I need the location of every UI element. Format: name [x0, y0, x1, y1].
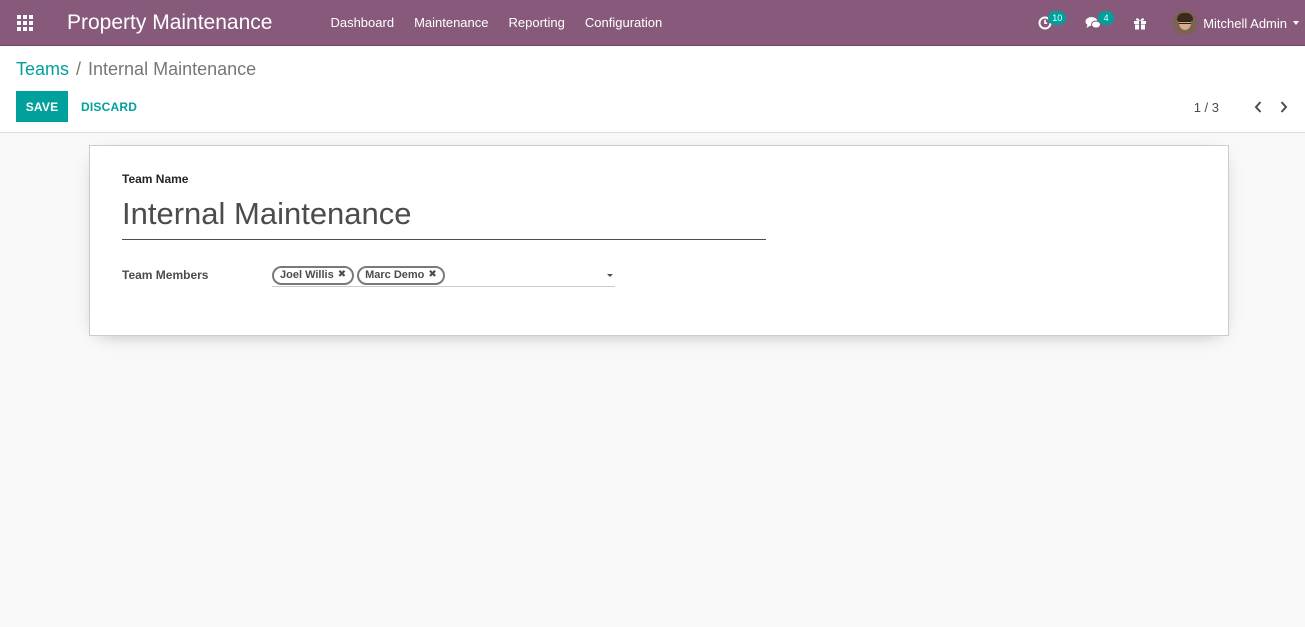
systray: 10 4 Mitchell Admin [1027, 0, 1305, 46]
team-members-field[interactable]: Joel Willis ✖ Marc Demo ✖ [272, 264, 615, 287]
main-menu: Dashboard Maintenance Reporting Configur… [320, 0, 672, 46]
dropdown-caret-icon[interactable] [607, 273, 613, 277]
team-name-input[interactable]: Internal Maintenance [122, 193, 766, 240]
avatar [1173, 11, 1198, 35]
menu-item-maintenance[interactable]: Maintenance [404, 0, 498, 46]
pager-value[interactable]: 1 / 3 [1194, 100, 1219, 115]
remove-tag-icon[interactable]: ✖ [428, 270, 436, 280]
apps-grid-icon [17, 14, 33, 31]
pager-previous-button[interactable] [1249, 97, 1267, 117]
pager: 1 / 3 [1194, 97, 1293, 117]
menu-item-configuration[interactable]: Configuration [575, 0, 672, 46]
control-panel: Teams / Internal Maintenance SAVE DISCAR… [0, 46, 1305, 133]
form-sheet: Team Name Internal Maintenance Team Memb… [89, 145, 1229, 336]
remove-tag-icon[interactable]: ✖ [338, 270, 346, 280]
breadcrumb: Teams / Internal Maintenance [16, 59, 256, 80]
app-brand-title[interactable]: Property Maintenance [67, 11, 272, 35]
member-tag[interactable]: Marc Demo ✖ [357, 265, 445, 285]
activities-button[interactable]: 10 [1027, 0, 1075, 46]
chevron-left-icon [1254, 101, 1262, 113]
team-members-input[interactable] [447, 265, 607, 285]
save-button[interactable]: SAVE [16, 91, 68, 122]
team-members-label: Team Members [122, 268, 209, 282]
menu-item-dashboard[interactable]: Dashboard [320, 0, 404, 46]
breadcrumb-separator: / [76, 59, 82, 79]
member-tag[interactable]: Joel Willis ✖ [272, 265, 355, 285]
user-menu[interactable]: Mitchell Admin [1163, 0, 1305, 46]
chevron-down-icon [1293, 21, 1299, 25]
member-tag-label: Joel Willis [280, 269, 334, 281]
breadcrumb-teams-link[interactable]: Teams [16, 59, 69, 80]
pager-next-button[interactable] [1275, 97, 1293, 117]
user-name: Mitchell Admin [1203, 15, 1287, 31]
member-tag-label: Marc Demo [365, 269, 425, 281]
messages-count-badge: 4 [1098, 11, 1115, 25]
activities-count-badge: 10 [1048, 11, 1067, 25]
team-name-label: Team Name [122, 172, 189, 186]
gift-button[interactable] [1122, 0, 1163, 46]
menu-item-reporting[interactable]: Reporting [499, 0, 575, 46]
apps-menu-button[interactable] [0, 0, 50, 46]
chevron-right-icon [1280, 101, 1288, 113]
discard-button[interactable]: DISCARD [72, 91, 146, 122]
messages-button[interactable]: 4 [1075, 0, 1122, 46]
breadcrumb-current: Internal Maintenance [88, 59, 257, 79]
gift-icon [1131, 14, 1149, 32]
top-navbar: Property Maintenance Dashboard Maintenan… [0, 0, 1305, 46]
